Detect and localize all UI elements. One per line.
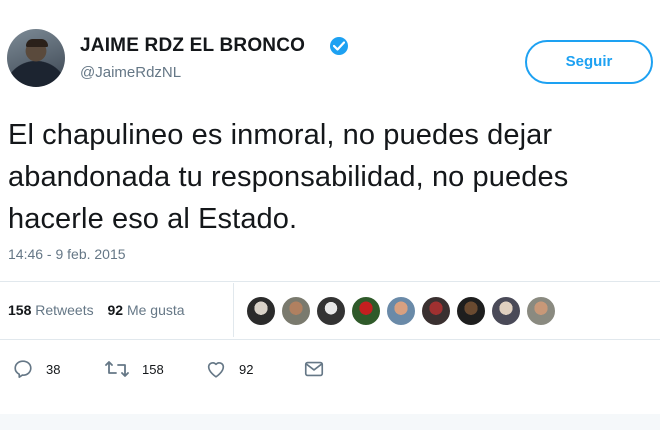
liker-avatar[interactable]: [421, 296, 451, 326]
tweet-stats: 158 Retweets 92 Me gusta: [8, 302, 195, 318]
reply-button[interactable]: 38: [12, 356, 60, 382]
user-handle[interactable]: @JaimeRdzNL: [80, 64, 181, 81]
liker-avatar[interactable]: [281, 296, 311, 326]
retweet-button[interactable]: 158: [104, 356, 164, 382]
user-display-name[interactable]: JAIME RDZ EL BRONCO: [80, 35, 305, 57]
verified-badge-icon: [330, 37, 348, 55]
likes-stat[interactable]: 92 Me gusta: [108, 302, 185, 318]
retweet-count: 158: [142, 361, 164, 377]
liker-avatar[interactable]: [316, 296, 346, 326]
footer-strip: [0, 414, 660, 430]
divider: [0, 281, 660, 282]
like-count: 92: [239, 361, 254, 377]
tweet-card: JAIME RDZ EL BRONCO @JaimeRdzNL Seguir E…: [0, 0, 660, 430]
liker-avatar[interactable]: [246, 296, 276, 326]
divider: [0, 339, 660, 340]
retweets-stat[interactable]: 158 Retweets: [8, 302, 94, 318]
liker-avatar[interactable]: [491, 296, 521, 326]
follow-button[interactable]: Seguir: [525, 40, 653, 84]
tweet-actions: 38 158 92: [0, 352, 660, 386]
likes-label: Me gusta: [126, 302, 185, 318]
reply-icon: [12, 358, 34, 380]
likes-count: 92: [107, 302, 124, 318]
tweet-timestamp[interactable]: 14:46 - 9 feb. 2015: [8, 246, 126, 262]
retweet-icon: [104, 358, 130, 380]
avatar[interactable]: [7, 29, 65, 87]
like-icon: [205, 358, 227, 380]
retweets-label: Retweets: [35, 302, 94, 318]
like-button[interactable]: 92: [205, 356, 253, 382]
liker-avatar[interactable]: [456, 296, 486, 326]
reply-count: 38: [46, 361, 61, 377]
tweet-text: El chapulineo es inmoral, no puedes deja…: [8, 119, 569, 235]
liker-avatar[interactable]: [351, 296, 381, 326]
liker-avatar[interactable]: [386, 296, 416, 326]
retweets-count: 158: [8, 302, 32, 318]
liker-avatar[interactable]: [526, 296, 556, 326]
direct-message-button[interactable]: [303, 356, 325, 382]
stats-separator: [233, 283, 234, 337]
direct-message-icon: [303, 358, 325, 380]
